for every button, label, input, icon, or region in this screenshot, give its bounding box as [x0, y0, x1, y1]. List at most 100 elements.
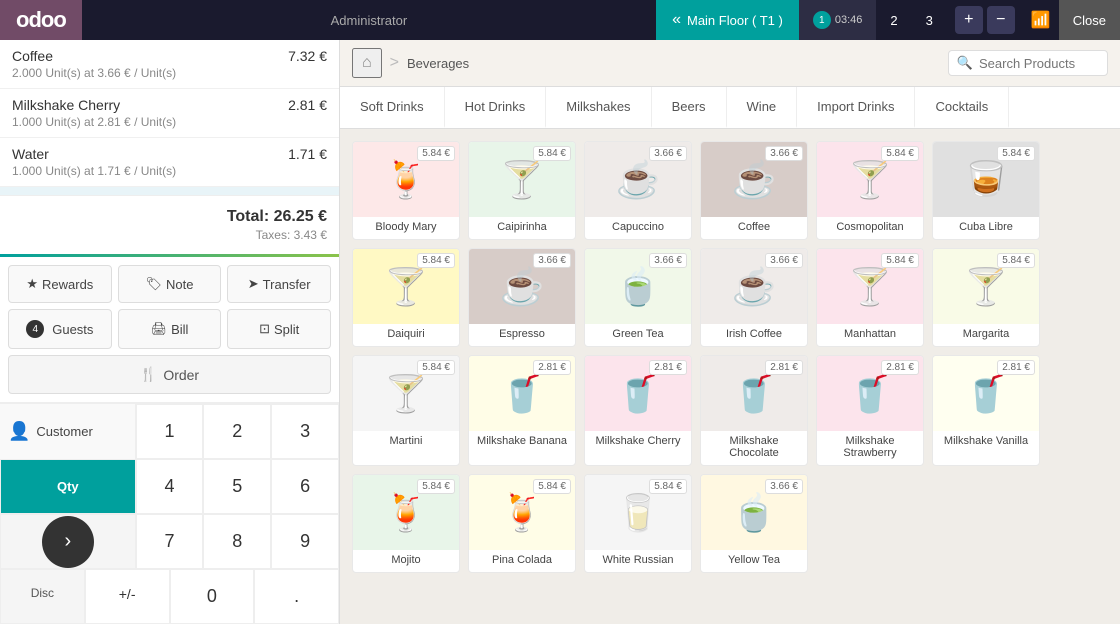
disc-key[interactable]: Disc — [0, 569, 85, 624]
order-item[interactable]: Green Tea 10.98 € 3.000 Unit(s) at 3.66 … — [0, 187, 339, 195]
product-card[interactable]: 5.84 € 🍸 Daiquiri — [352, 248, 460, 347]
category-tab-milk[interactable]: Milkshakes — [546, 87, 651, 128]
rewards-label: Rewards — [42, 277, 93, 292]
payment-section: › — [0, 514, 136, 569]
product-card[interactable]: 2.81 € 🥤 Milkshake Strawberry — [816, 355, 924, 466]
key-7[interactable]: 7 — [136, 514, 204, 569]
products-panel: ⌂ > Beverages 🔍 Soft DrinksHot DrinksMil… — [340, 40, 1120, 624]
search-box[interactable]: 🔍 — [948, 50, 1108, 76]
rewards-icon: ★ — [26, 276, 38, 292]
product-card[interactable]: 5.84 € 🍹 Pina Colada — [468, 474, 576, 573]
product-price: 2.81 € — [765, 360, 803, 375]
key-4[interactable]: 4 — [136, 459, 204, 514]
product-card[interactable]: 5.84 € 🍸 Manhattan — [816, 248, 924, 347]
guests-count: 4 — [26, 320, 44, 338]
category-tab-hot[interactable]: Hot Drinks — [445, 87, 547, 128]
transfer-button[interactable]: ➤ Transfer — [227, 265, 331, 303]
order-panel: Coffee 7.32 € 2.000 Unit(s) at 3.66 € / … — [0, 40, 340, 624]
category-tab-beer[interactable]: Beers — [652, 87, 727, 128]
table-tab-3[interactable]: 3 — [912, 0, 947, 40]
customer-label: Customer — [36, 424, 92, 439]
category-tab-cocktail[interactable]: Cocktails — [915, 87, 1009, 128]
table-tab-1[interactable]: 1 03:46 — [799, 0, 877, 40]
product-card[interactable]: 5.84 € 🍸 Martini — [352, 355, 460, 466]
bill-button[interactable]: 🖨 Bill — [118, 309, 222, 349]
numpad-payment-row: › 7 8 9 — [0, 514, 339, 569]
taxes-amount: Taxes: 3.43 € — [12, 228, 327, 242]
order-item[interactable]: Milkshake Cherry 2.81 € 1.000 Unit(s) at… — [0, 89, 339, 138]
product-card[interactable]: 3.66 € ☕ Espresso — [468, 248, 576, 347]
product-card[interactable]: 3.66 € 🍵 Green Tea — [584, 248, 692, 347]
admin-label: Administrator — [82, 13, 656, 28]
note-icon: 🏷 — [146, 276, 163, 292]
numpad: 👤 Customer 1 2 3 Qty 4 5 6 › — [0, 402, 339, 624]
bill-icon: 🖨 — [151, 321, 168, 337]
product-price: 2.81 € — [533, 360, 571, 375]
product-card[interactable]: 2.81 € 🥤 Milkshake Banana — [468, 355, 576, 466]
product-card[interactable]: 3.66 € ☕ Irish Coffee — [700, 248, 808, 347]
action-row-1: ★ Rewards 🏷 Note ➤ Transfer — [8, 265, 331, 303]
order-item-price: 2.81 € — [288, 97, 327, 113]
product-card[interactable]: 3.66 € ☕ Capuccino — [584, 141, 692, 240]
key-3[interactable]: 3 — [271, 404, 339, 459]
product-grid: 5.84 € 🍹 Bloody Mary 5.84 € 🍸 Caipirinha… — [340, 129, 1120, 624]
order-item[interactable]: Coffee 7.32 € 2.000 Unit(s) at 3.66 € / … — [0, 40, 339, 89]
product-card[interactable]: 5.84 € 🍸 Cosmopolitan — [816, 141, 924, 240]
key-8[interactable]: 8 — [203, 514, 271, 569]
key-0[interactable]: 0 — [170, 569, 255, 624]
key-plusminus[interactable]: +/- — [85, 569, 170, 624]
search-input[interactable] — [979, 56, 1099, 71]
transfer-icon: ➤ — [248, 276, 259, 292]
remove-tab-button[interactable]: − — [987, 6, 1015, 34]
guests-button[interactable]: 4 Guests — [8, 309, 112, 349]
product-card[interactable]: 3.66 € 🍵 Yellow Tea — [700, 474, 808, 573]
product-price: 5.84 € — [881, 146, 919, 161]
product-card[interactable]: 5.84 € 🍸 Caipirinha — [468, 141, 576, 240]
category-tab-wine[interactable]: Wine — [727, 87, 798, 128]
split-button[interactable]: ⊡ Split — [227, 309, 331, 349]
product-card[interactable]: 2.81 € 🥤 Milkshake Vanilla — [932, 355, 1040, 466]
qty-key[interactable]: Qty — [0, 459, 136, 514]
order-button[interactable]: 🍴 Order — [8, 355, 331, 394]
key-dot[interactable]: . — [254, 569, 339, 624]
payment-button[interactable]: › — [42, 516, 94, 568]
key-2[interactable]: 2 — [203, 404, 271, 459]
note-button[interactable]: 🏷 Note — [118, 265, 222, 303]
category-tab-soft[interactable]: Soft Drinks — [340, 87, 445, 128]
order-item-detail: 2.000 Unit(s) at 3.66 € / Unit(s) — [12, 66, 327, 80]
product-card[interactable]: 5.84 € 🥛 White Russian — [584, 474, 692, 573]
home-button[interactable]: ⌂ — [352, 48, 382, 78]
total-amount: Total: 26.25 € — [12, 208, 327, 226]
product-price: 2.81 € — [649, 360, 687, 375]
key-5[interactable]: 5 — [203, 459, 271, 514]
order-item-price: 7.32 € — [288, 48, 327, 64]
product-name: Espresso — [495, 324, 549, 346]
product-name: Caipirinha — [493, 217, 551, 239]
product-name: Cuba Libre — [955, 217, 1017, 239]
breadcrumb-separator: > — [390, 54, 399, 72]
product-card[interactable]: 5.84 € 🥃 Cuba Libre — [932, 141, 1040, 240]
product-card[interactable]: 5.84 € 🍹 Mojito — [352, 474, 460, 573]
customer-icon: 👤 — [8, 421, 30, 442]
order-item[interactable]: Water 1.71 € 1.000 Unit(s) at 1.71 € / U… — [0, 138, 339, 187]
product-card[interactable]: 3.66 € ☕ Coffee — [700, 141, 808, 240]
product-price: 5.84 € — [533, 479, 571, 494]
product-card[interactable]: 5.84 € 🍸 Margarita — [932, 248, 1040, 347]
customer-button[interactable]: 👤 Customer — [0, 404, 136, 459]
product-price: 5.84 € — [417, 479, 455, 494]
floor-button[interactable]: « Main Floor ( T1 ) — [656, 0, 799, 40]
key-9[interactable]: 9 — [271, 514, 339, 569]
top-bar: odoo Administrator « Main Floor ( T1 ) 1… — [0, 0, 1120, 40]
rewards-button[interactable]: ★ Rewards — [8, 265, 112, 303]
product-card[interactable]: 2.81 € 🥤 Milkshake Chocolate — [700, 355, 808, 466]
product-card[interactable]: 5.84 € 🍹 Bloody Mary — [352, 141, 460, 240]
table-tab-2[interactable]: 2 — [876, 0, 911, 40]
category-tab-import[interactable]: Import Drinks — [797, 87, 915, 128]
split-label: Split — [274, 322, 299, 337]
close-button[interactable]: Close — [1059, 0, 1120, 40]
product-card[interactable]: 2.81 € 🥤 Milkshake Cherry — [584, 355, 692, 466]
key-6[interactable]: 6 — [271, 459, 339, 514]
add-tab-button[interactable]: + — [955, 6, 983, 34]
product-name: Daiquiri — [383, 324, 428, 346]
key-1[interactable]: 1 — [136, 404, 204, 459]
